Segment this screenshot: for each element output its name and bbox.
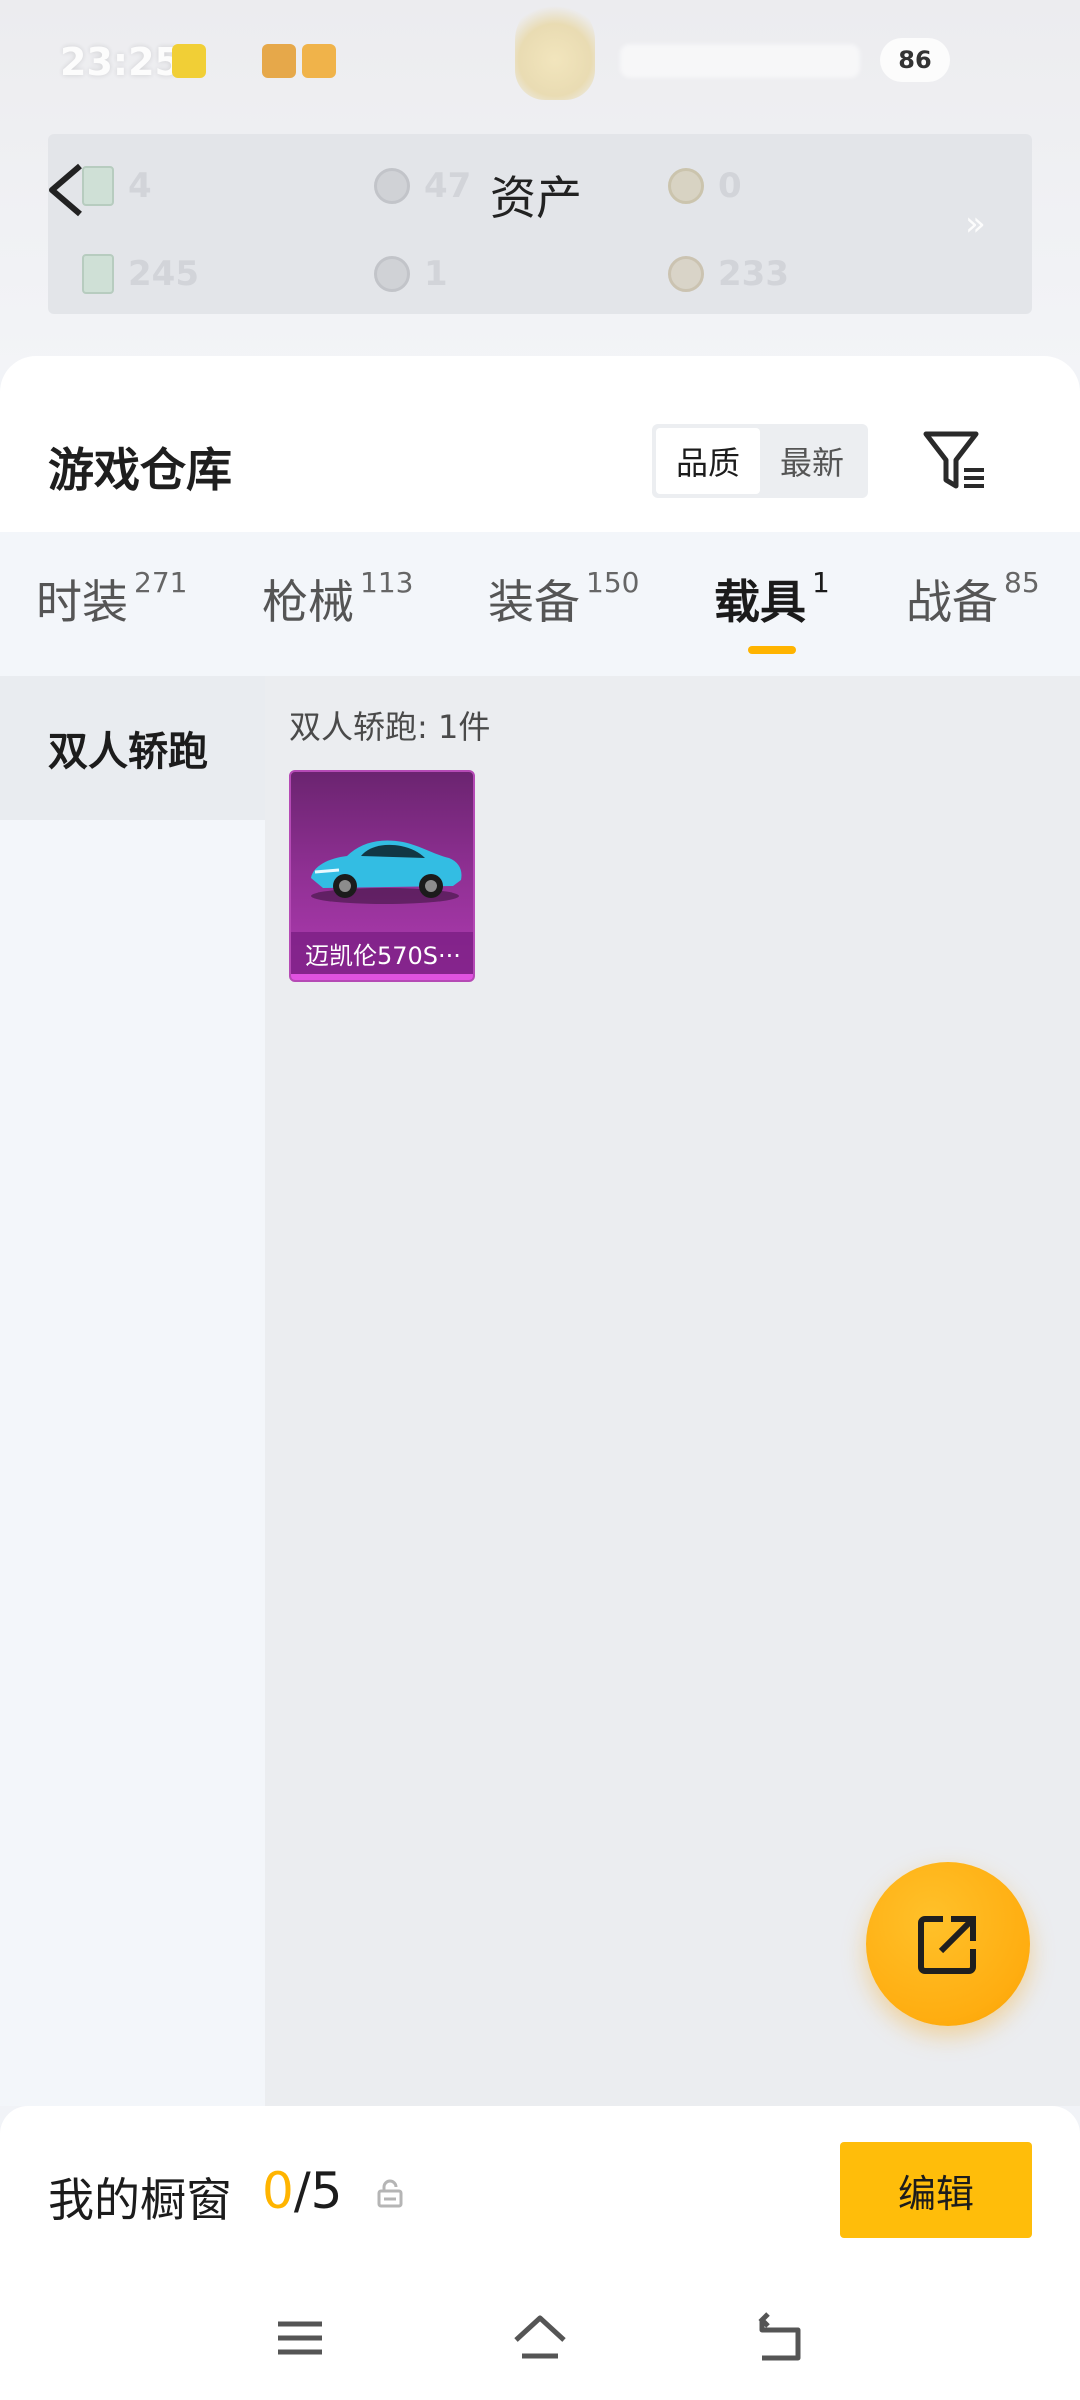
asset-item: 245 [82,254,199,294]
showcase-bar: 我的橱窗 0/5 编辑 [0,2106,1080,2276]
asset-item: 1 [374,254,448,294]
tab-supplies[interactable]: 战备 85 [906,566,1040,632]
home-icon[interactable] [508,2306,572,2370]
asset-value: 4 [128,166,152,206]
sidebar: 双人轿跑 [0,676,265,2106]
asset-value: 47 [424,166,472,206]
category-tabs: 时装 271 枪械 113 装备 150 载具 1 战备 85 [0,532,1080,676]
asset-item: 233 [668,254,789,294]
lock-icon [377,2179,403,2208]
category-count: 双人轿跑: 1件 [289,708,491,746]
tab-count: 113 [360,566,414,599]
item-card[interactable]: 迈凯伦570S··· [289,770,475,982]
status-indicators [620,44,860,78]
notification-app-icon [302,44,336,78]
tab-label: 枪械 [262,575,354,629]
menu-icon[interactable] [268,2306,332,2370]
active-tab-indicator [748,646,796,654]
asset-item: 0 [668,166,742,206]
filter-icon[interactable] [920,426,990,496]
battery-indicator: 86 [880,38,950,82]
tab-firearms[interactable]: 枪械 113 [262,566,413,632]
return-icon[interactable] [748,2306,812,2370]
edit-button[interactable]: 编辑 [840,2142,1032,2238]
asset-value: 1 [424,254,448,294]
back-arrow-icon[interactable] [40,160,100,220]
tab-count: 150 [586,566,640,599]
tab-count: 271 [134,566,188,599]
asset-value: 233 [718,254,789,294]
sort-newest-button[interactable]: 最新 [760,428,864,494]
warehouse-title: 游戏仓库 [48,443,232,497]
assets-title: 资产 [490,171,582,225]
warehouse-card: 游戏仓库 品质 最新 时装 271 枪械 113 装备 150 载具 1 战备 85 双人… [0,356,1080,2106]
showcase-label: 我的橱窗 [48,2173,232,2227]
status-bar: 23:25 86 [0,30,1080,100]
sort-toggle: 品质 最新 [652,424,868,498]
item-name: 迈凯伦570S··· [291,932,473,974]
tab-count: 1 [812,566,830,599]
sort-quality-button[interactable]: 品质 [656,428,760,494]
tab-label: 载具 [714,575,806,629]
showcase-total: /5 [293,2162,343,2220]
asset-value: 0 [718,166,742,206]
showcase-current: 0 [262,2162,294,2220]
tab-equipment[interactable]: 装备 150 [488,566,639,632]
ticket-icon [82,254,114,294]
rarity-strip [291,974,473,980]
system-nav-bar [0,2276,1080,2400]
asset-value: 245 [128,254,199,294]
sidebar-item-coupe[interactable]: 双人轿跑 [0,676,265,820]
asset-item: 47 [374,166,471,206]
top-header: 23:25 86 4 47 0 245 1 233 资产 » [0,0,1080,370]
tab-label: 战备 [906,575,998,629]
showcase-count: 0/5 [262,2162,342,2220]
car-icon [311,840,462,904]
notification-app-icon [172,44,206,78]
share-button[interactable] [866,1862,1030,2026]
status-time: 23:25 [60,40,181,84]
coin-icon [668,256,704,292]
share-icon [918,1916,976,1974]
notification-app-icon [262,44,296,78]
tab-fashion[interactable]: 时装 271 [36,566,187,632]
tab-label: 装备 [488,575,580,629]
tab-vehicles[interactable]: 载具 1 [714,566,830,632]
coin-icon [374,256,410,292]
tab-count: 85 [1004,566,1040,599]
assets-more-button[interactable]: » [965,204,986,244]
tab-label: 时装 [36,575,128,629]
coin-icon [374,168,410,204]
coin-icon [668,168,704,204]
